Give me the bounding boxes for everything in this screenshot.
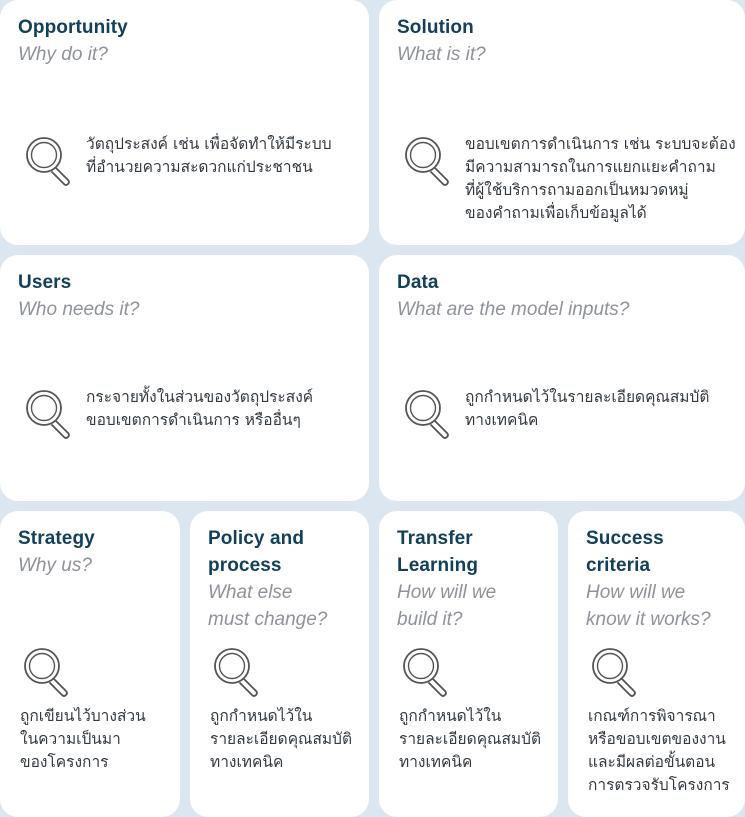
magnifier-icon: [22, 133, 78, 189]
card-title: Users: [18, 272, 72, 293]
magnifier-icon: [399, 644, 455, 700]
card-opportunity: Opportunity Why do it? วัตถุประสงค์ เช่น…: [0, 0, 369, 245]
card-subtitle: What are the model inputs?: [397, 299, 630, 320]
card-title: Solution: [397, 17, 474, 38]
card-title: Success criteria: [586, 528, 664, 576]
card-subtitle: Why do it?: [18, 44, 108, 65]
magnifier-icon: [210, 644, 266, 700]
magnifier-icon: [588, 644, 644, 700]
card-text: วัตถุประสงค์ เช่น เพื่อจัดทำให้มีระบบ ที…: [86, 135, 332, 176]
card-strategy: Strategy Why us? ถูกเขียนไว้บางส่วน ในคว…: [0, 511, 180, 817]
card-text: ถูกกำหนดไว้ในรายละเอียดคุณสมบัติ ทางเทคน…: [465, 388, 710, 429]
card-title: Transfer Learning: [397, 528, 479, 576]
card-title: Policy and process: [208, 528, 305, 576]
card-users: Users Who needs it? กระจายทั้งในส่วนของว…: [0, 255, 369, 501]
card-solution: Solution What is it? ขอบเขตการดำเนินการ …: [379, 0, 745, 245]
card-title: Strategy: [18, 528, 95, 549]
card-content: กระจายทั้งในส่วนของวัตถุประสงค์ ขอบเขตกา…: [22, 386, 313, 442]
card-text: ถูกกำหนดไว้ใน รายละเอียดคุณสมบัติ ทางเทค…: [210, 707, 353, 771]
card-text: ถูกเขียนไว้บางส่วน ในความเป็นมา ของโครงก…: [20, 707, 146, 771]
card-title: Data: [397, 272, 439, 293]
card-transfer-learning: Transfer Learning How will we build it? …: [379, 511, 558, 817]
card-content: ถูกกำหนดไว้ในรายละเอียดคุณสมบัติ ทางเทคน…: [401, 386, 709, 442]
card-subtitle: How will we know it works?: [586, 582, 711, 630]
card-data: Data What are the model inputs? ถูกกำหนด…: [379, 255, 745, 501]
card-text: เกณฑ์การพิจารณา หรือขอบเขตของงาน และมีผล…: [588, 707, 730, 794]
card-policy: Policy and process What else must change…: [190, 511, 369, 817]
card-text: ถูกกำหนดไว้ใน รายละเอียดคุณสมบัติ ทางเทค…: [399, 707, 542, 771]
card-subtitle: What is it?: [397, 44, 486, 65]
card-content: วัตถุประสงค์ เช่น เพื่อจัดทำให้มีระบบ ที…: [22, 133, 332, 189]
card-subtitle: What else must change?: [208, 582, 328, 630]
magnifier-icon: [20, 644, 76, 700]
card-success-criteria: Success criteria How will we know it wor…: [568, 511, 745, 817]
card-title: Opportunity: [18, 17, 128, 38]
magnifier-icon: [22, 386, 78, 442]
card-subtitle: How will we build it?: [397, 582, 497, 630]
magnifier-icon: [401, 133, 457, 189]
card-content: ขอบเขตการดำเนินการ เช่น ระบบจะต้อง มีควา…: [401, 133, 736, 225]
card-text: กระจายทั้งในส่วนของวัตถุประสงค์ ขอบเขตกา…: [86, 388, 314, 429]
card-text: ขอบเขตการดำเนินการ เช่น ระบบจะต้อง มีควา…: [465, 135, 736, 222]
card-subtitle: Why us?: [18, 555, 92, 576]
magnifier-icon: [401, 386, 457, 442]
card-subtitle: Who needs it?: [18, 299, 140, 320]
